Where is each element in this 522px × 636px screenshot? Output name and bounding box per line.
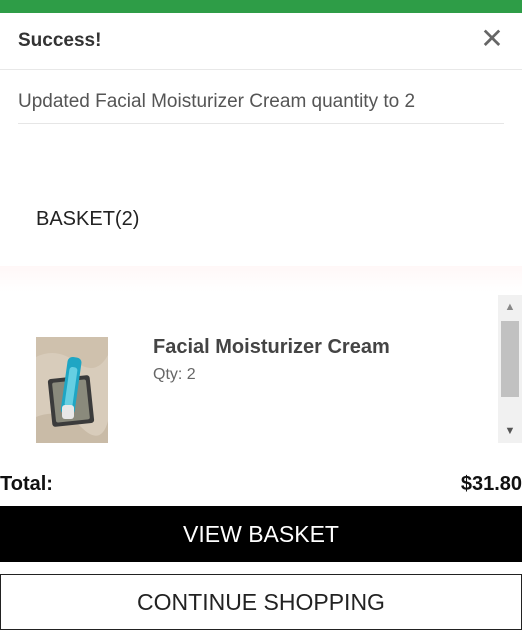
scrollbar-thumb[interactable] [501,321,519,397]
total-value: $31.80 [460,473,522,495]
close-button[interactable]: ✕ [480,24,504,54]
divider-band [0,266,522,292]
scroll-up-button[interactable]: ▲ [498,295,522,319]
total-row: Total: $31.80 [0,473,522,499]
basket-title: BASKET(2) [36,208,140,230]
notch-indicator [455,0,471,7]
chevron-up-icon: ▲ [504,301,516,313]
close-icon: ✕ [480,23,504,54]
alert-message: Updated Facial Moisturizer Cream quantit… [18,89,504,124]
alert-header: Success! ✕ [0,13,522,70]
view-basket-button[interactable]: VIEW BASKET [0,506,522,562]
product-image[interactable] [36,337,108,443]
total-label: Total: [0,473,53,495]
alert-message-text: Updated Facial Moisturizer Cream quantit… [18,91,416,112]
scroll-down-button[interactable]: ▼ [498,419,522,443]
continue-shopping-button[interactable]: CONTINUE SHOPPING [0,574,522,630]
success-bar [0,0,522,13]
chevron-down-icon: ▼ [504,425,516,437]
product-name[interactable]: Facial Moisturizer Cream [153,336,390,359]
product-qty: Qty: 2 [153,366,196,383]
basket-items-list[interactable]: Facial Moisturizer Cream Qty: 2 ▲ ▼ [0,295,522,443]
scrollbar[interactable]: ▲ ▼ [498,295,522,443]
alert-title: Success! [18,30,102,51]
